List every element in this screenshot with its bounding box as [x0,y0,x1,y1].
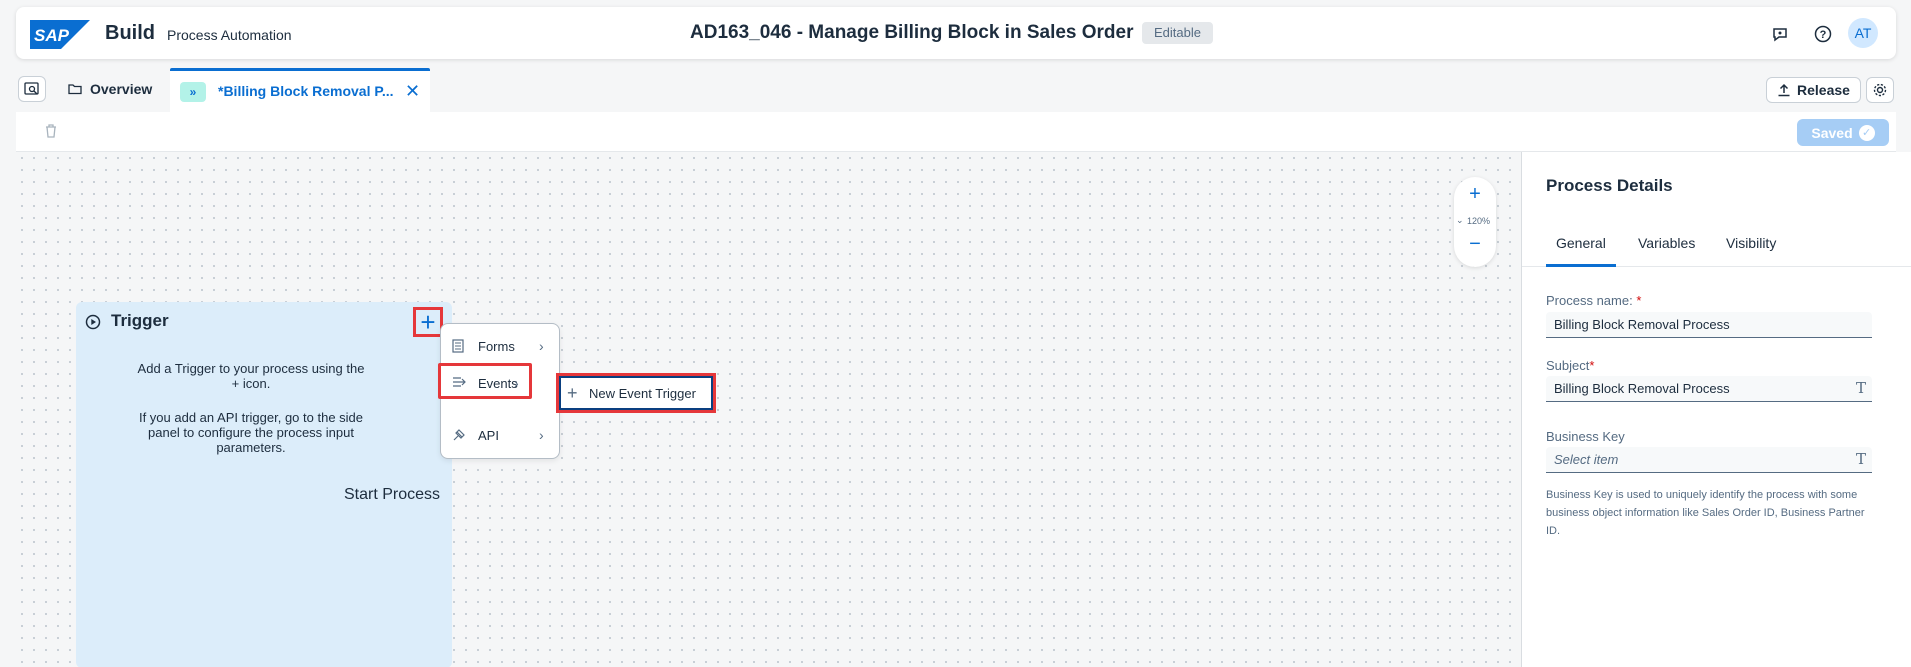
tab-visibility[interactable]: Visibility [1726,235,1776,267]
subject-label-text: Subject [1546,358,1590,373]
add-trigger-button[interactable]: + [413,307,443,337]
product-subtitle: Process Automation [167,27,292,43]
check-icon: ✓ [1858,124,1875,141]
business-key-label: Business Key [1546,429,1625,444]
play-circle-icon [85,314,101,335]
menu-item-events[interactable]: Events › [438,363,532,399]
svg-text:?: ? [1820,29,1827,41]
product-name: Build [105,22,155,44]
events-icon [452,376,466,391]
menu-item-label: Forms [478,339,515,354]
chevron-right-icon: › [539,338,544,354]
form-icon [452,339,464,356]
sap-logo[interactable]: SAP [30,20,90,49]
zoom-out-icon[interactable]: − [1454,233,1496,256]
tab-variables[interactable]: Variables [1638,235,1695,267]
subject-label: Subject* [1546,358,1595,373]
panel-title: Process Details [1546,176,1673,195]
tab-overview[interactable]: Overview [68,78,152,100]
menu-item-label: Events [478,376,518,391]
feedback-icon[interactable] [1768,22,1792,46]
chevron-right-icon: › [539,427,544,443]
zoom-control: + ⌄ 120% − [1454,177,1496,267]
text-format-icon[interactable]: T [1856,379,1866,397]
new-event-trigger-label: New Event Trigger [589,386,696,401]
tab-bar: Overview » *Billing Block Removal P... ✕… [0,68,1911,112]
editor-toolbar: Saved ✓ [16,112,1896,152]
release-button[interactable]: Release [1766,77,1861,103]
process-details-panel: Process Details General Variables Visibi… [1521,152,1911,667]
process-name-field[interactable]: Billing Block Removal Process [1546,312,1872,338]
api-icon [452,428,466,445]
tab-billing-block[interactable]: » *Billing Block Removal P... ✕ [170,68,430,112]
tab-overview-label: Overview [90,81,153,97]
process-name-label-text: Process name: [1546,293,1633,308]
avatar[interactable]: AT [1848,18,1878,48]
folder-icon [68,84,82,95]
upload-icon [1778,83,1790,97]
menu-item-api[interactable]: API › [441,418,561,454]
subject-value: Billing Block Removal Process [1554,381,1730,396]
inspect-icon [24,82,39,95]
trigger-node[interactable]: Trigger Add a Trigger to your process us… [76,302,452,667]
business-key-placeholder: Select item [1554,452,1619,467]
settings-button[interactable] [1866,77,1894,103]
trigger-type-menu: Forms › Events › API › [438,323,561,459]
status-badge: Editable [1142,22,1213,44]
saved-label: Saved [1811,124,1853,141]
tab-billing-block-label: *Billing Block Removal P... [218,83,394,99]
menu-item-forms[interactable]: Forms › [441,329,561,365]
chevron-right-icon: › [514,375,519,391]
process-name-label: Process name: * [1546,293,1642,308]
page-title: AD163_046 - Manage Billing Block in Sale… [690,22,1134,43]
saved-button[interactable]: Saved ✓ [1797,119,1889,146]
inspect-button[interactable] [18,76,46,102]
menu-item-label: API [478,428,499,443]
delete-icon[interactable] [44,123,58,144]
zoom-level: 120% [1467,216,1491,226]
help-icon[interactable]: ? [1811,22,1835,46]
panel-tabs: General Variables Visibility [1522,235,1911,267]
process-canvas[interactable]: + ⌄ 120% − Trigger Add a Trigger to your… [16,152,1521,667]
chevron-down-icon[interactable]: ⌄ [1456,215,1464,226]
shell-bar: SAP Build Process Automation AD163_046 -… [16,7,1896,59]
tab-general[interactable]: General [1546,235,1616,267]
text-format-icon[interactable]: T [1856,450,1866,468]
trigger-title: Trigger [111,311,169,330]
zoom-in-icon[interactable]: + [1454,183,1496,206]
trigger-api-description: If you add an API trigger, go to the sid… [138,410,364,455]
start-process-label: Start Process [344,486,441,503]
business-key-help: Business Key is used to uniquely identif… [1546,489,1865,537]
process-icon: » [180,82,206,102]
release-label: Release [1797,82,1850,98]
trigger-description: Add a Trigger to your process using the … [137,361,365,391]
subject-field[interactable]: Billing Block Removal Process T [1546,376,1872,402]
business-key-field[interactable]: Select item T [1546,447,1872,473]
gear-icon [1873,83,1887,97]
process-name-value: Billing Block Removal Process [1554,317,1730,332]
logo-text: SAP [34,26,70,45]
close-icon[interactable]: ✕ [405,81,420,102]
add-icon: + [567,383,578,403]
new-event-trigger-item[interactable]: + New Event Trigger [556,373,716,413]
